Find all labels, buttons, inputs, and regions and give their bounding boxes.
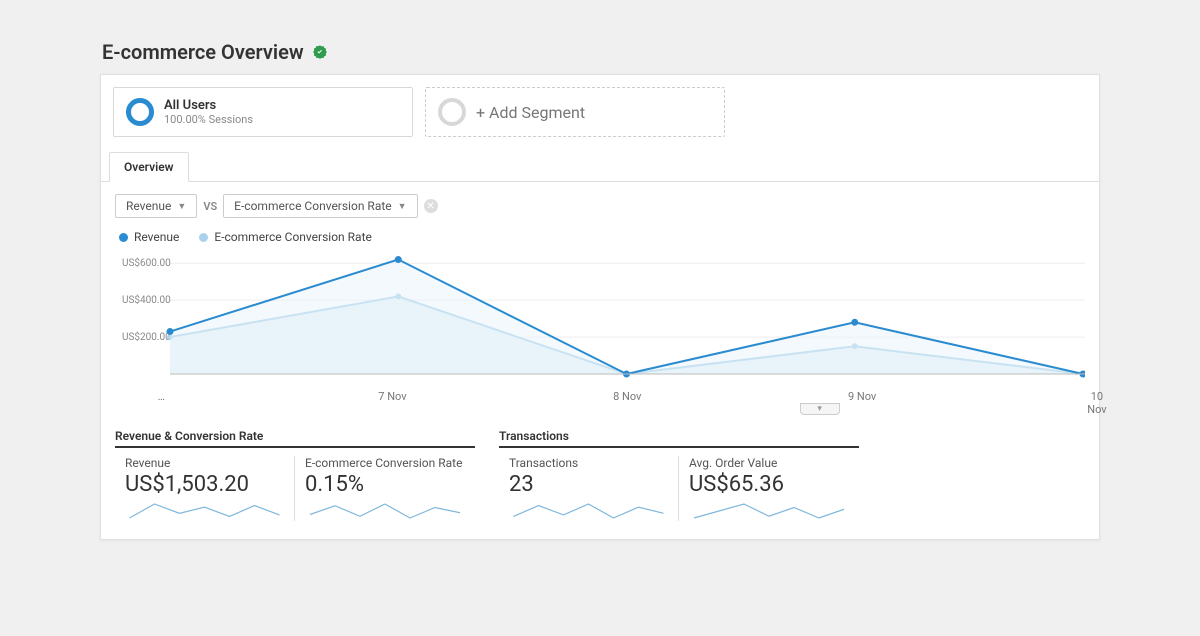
metric-value: US$65.36 (689, 472, 849, 497)
segment-circle-icon (126, 98, 154, 126)
metric-card-conversion-rate[interactable]: E-commerce Conversion Rate 0.15% (295, 456, 475, 521)
legend-a-label: Revenue (134, 230, 179, 244)
sparkline-aov (689, 501, 849, 521)
tab-overview[interactable]: Overview (109, 152, 189, 182)
metric-value: US$1,503.20 (125, 472, 284, 497)
x-tick-label: 8 Nov (613, 390, 641, 403)
segment-title: All Users (164, 98, 253, 113)
metric-card-revenue[interactable]: Revenue US$1,503.20 (115, 456, 295, 521)
group-header-transactions: Transactions (499, 429, 859, 448)
legend-b-label: E-commerce Conversion Rate (214, 230, 371, 244)
caret-down-icon: ▼ (177, 201, 186, 212)
metric-a-dropdown[interactable]: Revenue ▼ (115, 194, 197, 218)
metric-label: Transactions (509, 456, 668, 470)
remove-metric-button[interactable]: ✕ (424, 199, 438, 213)
verified-icon (312, 44, 328, 60)
dot-icon (119, 233, 128, 242)
svg-text:US$200.00: US$200.00 (122, 330, 171, 343)
metric-b-label: E-commerce Conversion Rate (234, 199, 391, 213)
metric-card-transactions[interactable]: Transactions 23 (499, 456, 679, 521)
metric-b-dropdown[interactable]: E-commerce Conversion Rate ▼ (223, 194, 417, 218)
x-tick-label: 10 Nov (1087, 390, 1106, 416)
metric-a-label: Revenue (126, 199, 171, 213)
legend-revenue: Revenue (119, 230, 179, 244)
sparkline-conversion-rate (305, 501, 465, 521)
overview-panel: All Users 100.00% Sessions + Add Segment… (100, 74, 1100, 540)
add-segment-label: + Add Segment (476, 103, 585, 122)
segment-subtitle: 100.00% Sessions (164, 113, 253, 126)
sparkline-transactions (509, 501, 668, 521)
x-tick-label: 9 Nov (848, 390, 876, 403)
chart-resize-handle[interactable]: ▾ (800, 403, 840, 415)
metric-card-avg-order-value[interactable]: Avg. Order Value US$65.36 (679, 456, 859, 521)
add-segment-circle-icon (438, 98, 466, 126)
metric-value: 0.15% (305, 472, 465, 497)
svg-text:US$400.00: US$400.00 (122, 293, 171, 306)
vs-label: VS (203, 200, 217, 213)
x-tick-label: 7 Nov (378, 390, 406, 403)
dot-icon (199, 233, 208, 242)
group-header-revenue-conversion: Revenue & Conversion Rate (115, 429, 475, 448)
legend-conversion-rate: E-commerce Conversion Rate (199, 230, 371, 244)
svg-text:US$600.00: US$600.00 (122, 256, 171, 269)
segment-all-users[interactable]: All Users 100.00% Sessions (113, 87, 413, 137)
x-tick-label: … (158, 390, 165, 403)
add-segment-button[interactable]: + Add Segment (425, 87, 725, 137)
metric-label: E-commerce Conversion Rate (305, 456, 465, 470)
main-chart: US$200.00 US$400.00 US$600.00 (101, 244, 1099, 388)
page-title: E-commerce Overview (102, 40, 304, 64)
metric-value: 23 (509, 472, 668, 497)
close-icon: ✕ (426, 201, 434, 212)
sparkline-revenue (125, 501, 284, 521)
caret-down-icon: ▼ (398, 201, 407, 212)
metric-label: Avg. Order Value (689, 456, 849, 470)
chart-x-axis: …7 Nov8 Nov9 Nov10 Nov (101, 388, 1099, 404)
metric-label: Revenue (125, 456, 284, 470)
